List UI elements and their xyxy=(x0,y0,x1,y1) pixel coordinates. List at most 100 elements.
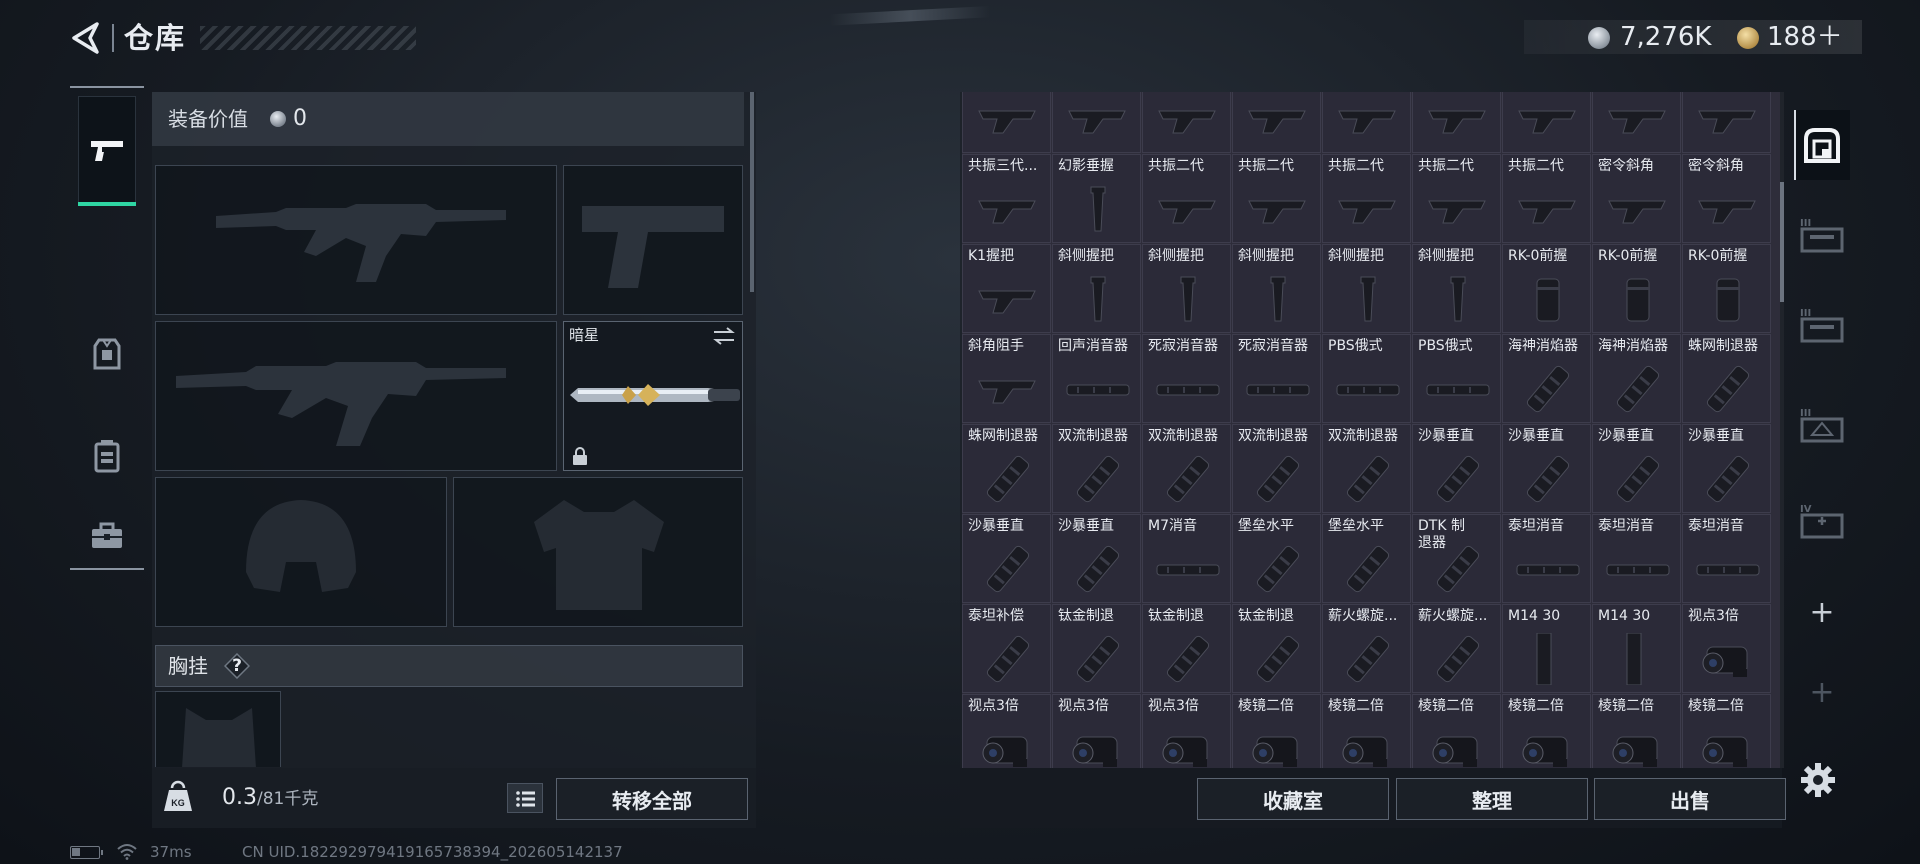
equipment-scrollbar[interactable] xyxy=(750,92,754,292)
back-button[interactable] xyxy=(66,18,106,58)
storage-item-cell[interactable] xyxy=(1412,92,1501,153)
storage-item-cell[interactable]: DTK 制退器 xyxy=(1412,514,1501,603)
storage-item-cell[interactable]: 沙暴垂直 xyxy=(1412,424,1501,513)
storage-item-cell[interactable] xyxy=(1682,92,1771,153)
storage-scrollbar[interactable] xyxy=(1780,92,1784,768)
stash-tab[interactable] xyxy=(1794,110,1850,180)
storage-item-cell[interactable]: 双流制退器 xyxy=(1232,424,1321,513)
storage-item-cell[interactable]: 斜角阻手 xyxy=(962,334,1051,423)
secondary-weapon-slot[interactable] xyxy=(155,321,557,471)
storage-item-cell[interactable]: 钛金制退 xyxy=(1052,604,1141,693)
storage-item-cell[interactable] xyxy=(1502,92,1591,153)
storage-item-cell[interactable]: 棱镜二倍 xyxy=(1682,694,1771,768)
crate-tab-4[interactable]: IV xyxy=(1794,488,1850,554)
storage-item-cell[interactable]: M7消音 xyxy=(1142,514,1231,603)
category-tab-cases[interactable] xyxy=(78,482,136,590)
storage-item-cell[interactable]: M14 30 xyxy=(1502,604,1591,693)
storage-item-cell[interactable]: 共振二代 xyxy=(1412,154,1501,243)
storage-item-cell[interactable] xyxy=(962,92,1051,153)
settings-button[interactable] xyxy=(1798,760,1838,800)
storage-item-cell[interactable]: 双流制退器 xyxy=(1322,424,1411,513)
storage-item-cell[interactable]: 沙暴垂直 xyxy=(1052,514,1141,603)
storage-item-cell[interactable]: 沙暴垂直 xyxy=(962,514,1051,603)
crate-tab-2[interactable]: III xyxy=(1794,292,1850,358)
storage-item-cell[interactable] xyxy=(1232,92,1321,153)
storage-item-cell[interactable]: 视点3倍 xyxy=(1682,604,1771,693)
storage-item-cell[interactable]: 视点3倍 xyxy=(1052,694,1141,768)
storage-item-cell[interactable]: 斜侧握把 xyxy=(1412,244,1501,333)
storage-item-cell[interactable]: 堡垒水平 xyxy=(1322,514,1411,603)
storage-item-cell[interactable]: 双流制退器 xyxy=(1052,424,1141,513)
storage-item-cell[interactable]: PBS俄式 xyxy=(1322,334,1411,423)
sort-button[interactable]: 整理 xyxy=(1396,778,1588,820)
storage-item-cell[interactable]: 斜侧握把 xyxy=(1232,244,1321,333)
storage-item-cell[interactable]: K1握把 xyxy=(962,244,1051,333)
storage-item-cell[interactable] xyxy=(1142,92,1231,153)
storage-item-cell[interactable]: 海神消焰器 xyxy=(1592,334,1681,423)
storage-item-cell[interactable]: 回声消音器 xyxy=(1052,334,1141,423)
storage-item-cell[interactable]: 共振三代... xyxy=(962,154,1051,243)
storage-item-cell[interactable]: RK-0前握 xyxy=(1682,244,1771,333)
storage-item-cell[interactable]: 棱镜二倍 xyxy=(1592,694,1681,768)
storage-item-cell[interactable] xyxy=(1592,92,1681,153)
storage-item-cell[interactable]: 泰坦消音 xyxy=(1502,514,1591,603)
storage-item-cell[interactable]: 棱镜二倍 xyxy=(1322,694,1411,768)
storage-item-cell[interactable]: 共振二代 xyxy=(1502,154,1591,243)
crate-tab-1[interactable]: III xyxy=(1794,202,1850,268)
melee-slot[interactable]: 暗星 xyxy=(563,321,743,471)
storage-item-cell[interactable]: 共振二代 xyxy=(1142,154,1231,243)
storage-item-cell[interactable]: 堡垒水平 xyxy=(1232,514,1321,603)
storage-item-cell[interactable]: 密令斜角 xyxy=(1682,154,1771,243)
storage-item-cell[interactable]: RK-0前握 xyxy=(1502,244,1591,333)
storage-scroll-thumb[interactable] xyxy=(1780,182,1784,302)
storage-item-cell[interactable] xyxy=(1322,92,1411,153)
storage-item-cell[interactable]: 泰坦消音 xyxy=(1592,514,1681,603)
storage-item-cell[interactable] xyxy=(1052,92,1141,153)
storage-item-cell[interactable]: 双流制退器 xyxy=(1142,424,1231,513)
primary-weapon-slot[interactable] xyxy=(155,165,557,315)
storage-item-cell[interactable]: 共振二代 xyxy=(1322,154,1411,243)
storage-item-cell[interactable]: 沙暴垂直 xyxy=(1502,424,1591,513)
storage-item-cell[interactable]: 棱镜二倍 xyxy=(1502,694,1591,768)
storage-item-cell[interactable]: 沙暴垂直 xyxy=(1682,424,1771,513)
storage-item-cell[interactable]: RK-0前握 xyxy=(1592,244,1681,333)
storage-item-cell[interactable]: 钛金制退 xyxy=(1142,604,1231,693)
sell-button[interactable]: 出售 xyxy=(1594,778,1786,820)
storage-item-cell[interactable]: 斜侧握把 xyxy=(1322,244,1411,333)
chest-rig-slot[interactable] xyxy=(155,691,281,767)
storage-item-cell[interactable]: 薪火螺旋... xyxy=(1412,604,1501,693)
storage-item-cell[interactable]: 死寂消音器 xyxy=(1142,334,1231,423)
storage-item-cell[interactable]: 棱镜二倍 xyxy=(1412,694,1501,768)
category-tab-armor[interactable] xyxy=(78,300,136,408)
help-button[interactable]: ? xyxy=(224,653,250,679)
storage-item-cell[interactable]: 共振二代 xyxy=(1232,154,1321,243)
storage-item-cell[interactable]: 斜侧握把 xyxy=(1142,244,1231,333)
gold-balance[interactable]: 188＋ xyxy=(1767,22,1843,52)
storage-item-cell[interactable]: M14 30 xyxy=(1592,604,1681,693)
storage-item-cell[interactable]: 密令斜角 xyxy=(1592,154,1681,243)
swap-icon[interactable] xyxy=(712,326,736,346)
storage-item-cell[interactable]: 蛛网制退器 xyxy=(1682,334,1771,423)
collection-room-button[interactable]: 收藏室 xyxy=(1197,778,1389,820)
category-tab-weapons[interactable] xyxy=(78,96,136,206)
storage-item-cell[interactable]: PBS俄式 xyxy=(1412,334,1501,423)
helmet-slot[interactable] xyxy=(155,477,447,627)
add-storage-button[interactable]: + xyxy=(1794,592,1850,632)
storage-item-cell[interactable]: 海神消焰器 xyxy=(1502,334,1591,423)
storage-item-cell[interactable]: 沙暴垂直 xyxy=(1592,424,1681,513)
pistol-slot[interactable] xyxy=(563,165,743,315)
list-view-button[interactable] xyxy=(507,783,543,813)
body-armor-slot[interactable] xyxy=(453,477,743,627)
storage-item-cell[interactable]: 幻影垂握 xyxy=(1052,154,1141,243)
storage-item-cell[interactable]: 视点3倍 xyxy=(1142,694,1231,768)
storage-grid[interactable]: 共振三代... 幻影垂握 共振二代 共振二代 共振二代 共振二代 共振二代 密令斜角 密令斜角 K… xyxy=(962,92,1780,768)
storage-item-cell[interactable]: 泰坦消音 xyxy=(1682,514,1771,603)
storage-item-cell[interactable]: 斜侧握把 xyxy=(1052,244,1141,333)
storage-item-cell[interactable]: 视点3倍 xyxy=(962,694,1051,768)
storage-item-cell[interactable]: 死寂消音器 xyxy=(1232,334,1321,423)
storage-item-cell[interactable]: 棱镜二倍 xyxy=(1232,694,1321,768)
storage-item-cell[interactable]: 泰坦补偿 xyxy=(962,604,1051,693)
storage-item-cell[interactable]: 钛金制退 xyxy=(1232,604,1321,693)
storage-item-cell[interactable]: 薪火螺旋... xyxy=(1322,604,1411,693)
storage-item-cell[interactable]: 蛛网制退器 xyxy=(962,424,1051,513)
